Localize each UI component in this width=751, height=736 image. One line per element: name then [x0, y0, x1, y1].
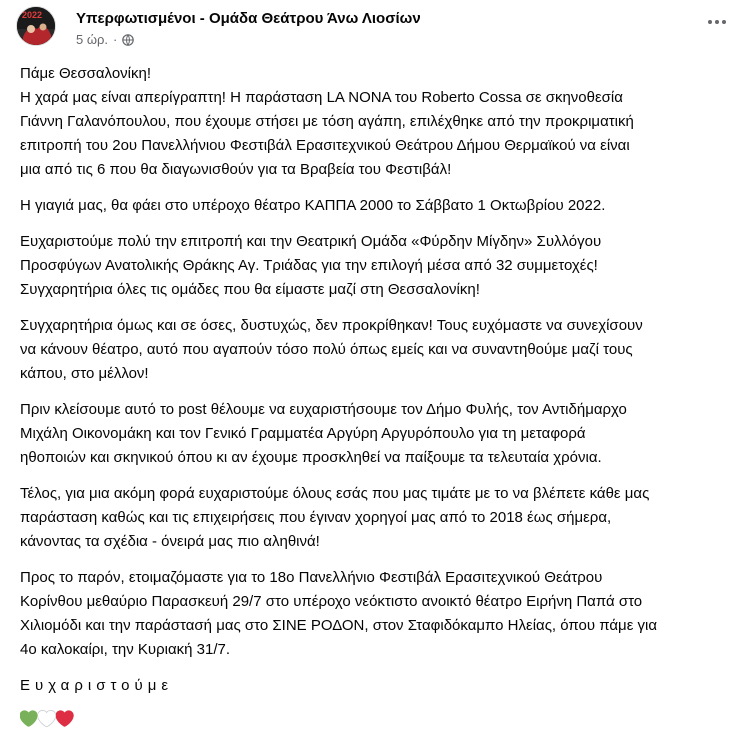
text-line: Ευχαριστούμε πολύ την επιτροπή και την Θ… [20, 233, 602, 250]
text-line: Μιχάλη Οικονομάκη και τον Γενικό Γραμματ… [20, 425, 586, 442]
text-line: 4ο καλοκαίρι, την Κυριακή 31/7. [20, 641, 231, 658]
text-line: μια από τις 6 που θα διαγωνισθούν για τα… [20, 161, 452, 178]
text-line: να κάνουν θέατρο, αυτό που αγαπούν τόσο … [20, 341, 633, 358]
more-dots-icon [708, 20, 712, 24]
meta-separator: · [113, 32, 118, 47]
paragraph-3: Ευχαριστούμε πολύ την επιτροπή και την Θ… [20, 230, 735, 302]
text-line: Γιάννη Γαλανόπουλου, που έχουμε στήσει μ… [20, 113, 634, 130]
text-line: παράσταση καθώς και τις επιχειρήσεις που… [20, 509, 612, 526]
text-line: κάπου, στο μέλλον! [20, 365, 149, 382]
globe-icon [122, 33, 135, 46]
post-time[interactable]: 5 ώρ. [76, 32, 108, 47]
author-name[interactable]: Υπερφωτισμένοι - Ομάδα Θεάτρου Άνω Λιοσί… [76, 10, 421, 27]
text-line: επιτροπή του 2ου Πανελλήνιου Φεστιβάλ Ερ… [20, 137, 630, 154]
paragraph-7: Προς το παρόν, ετοιμαζόμαστε για το 18ο … [20, 566, 735, 662]
text-line: Χιλιομόδι και την παράστασή μας στο ΣΙΝΕ… [20, 617, 658, 634]
text-line: Τέλος, για μια ακόμη φορά ευχαριστούμε ό… [20, 485, 650, 502]
signoff: Ευχαριστούμε [20, 677, 174, 694]
more-options-button[interactable] [699, 8, 735, 36]
page-avatar[interactable]: 2022 [16, 6, 56, 46]
text-line: Η γιαγιά μας, θα φάει στο υπέροχο θέατρο… [20, 197, 606, 214]
white-heart-icon [37, 709, 57, 728]
text-line: Προς το παρόν, ετοιμαζόμαστε για το 18ο … [20, 569, 603, 586]
paragraph-5: Πριν κλείσουμε αυτό το post θέλουμε να ε… [20, 398, 735, 470]
avatar-image: 2022 [17, 7, 55, 45]
red-heart-icon [55, 710, 74, 728]
paragraph-2: Η γιαγιά μας, θα φάει στο υπέροχο θέατρο… [20, 194, 735, 218]
avatar-badge: 2022 [22, 10, 42, 20]
post-meta: 5 ώρ. · [76, 32, 135, 47]
emoji-row [19, 709, 735, 728]
text-line: Πριν κλείσουμε αυτό το post θέλουμε να ε… [20, 401, 627, 418]
paragraph-6: Τέλος, για μια ακόμη φορά ευχαριστούμε ό… [20, 482, 735, 554]
text-line: Προσφύγων Ανατολικής Θράκης Αγ. Τριάδας … [20, 257, 598, 274]
paragraph-1: Πάμε Θεσσαλονίκη! Η χαρά μας είναι απερί… [20, 62, 735, 182]
text-line: Συγχαρητήρια όλες τις ομάδες που θα είμα… [20, 281, 480, 298]
text-line: Πάμε Θεσσαλονίκη! [20, 65, 152, 82]
post-header: 2022 Υπερφωτισμένοι - Ομάδα Θεάτρου Άνω … [16, 6, 735, 54]
text-line: Κορίνθου μεθαύριο Παρασκευή 29/7 στο υπέ… [20, 593, 643, 610]
text-line: Η χαρά μας είναι απερίγραπτη! Η παράστασ… [20, 89, 623, 106]
text-line: Συγχαρητήρια όμως και σε όσες, δυστυχώς,… [20, 317, 643, 334]
paragraph-4: Συγχαρητήρια όμως και σε όσες, δυστυχώς,… [20, 314, 735, 386]
green-heart-icon [19, 710, 38, 728]
facebook-post: 2022 Υπερφωτισμένοι - Ομάδα Θεάτρου Άνω … [0, 0, 751, 728]
text-line: ηθοποιών και σκηνικού όπου κι αν έχουμε … [20, 449, 602, 466]
post-body: Πάμε Θεσσαλονίκη! Η χαρά μας είναι απερί… [19, 62, 735, 728]
text-line: κάνοντας τα σχέδια - όνειρά μας πιο αληθ… [20, 533, 320, 550]
